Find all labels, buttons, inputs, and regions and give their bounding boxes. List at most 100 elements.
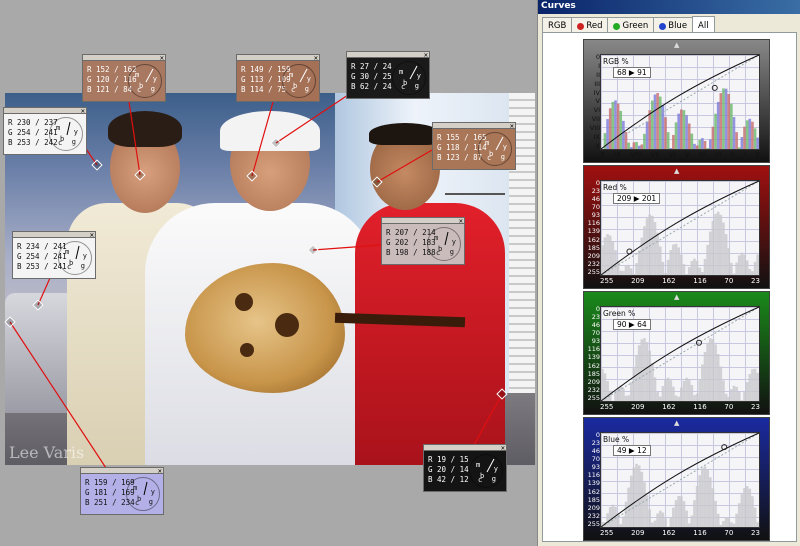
sample-titlebar[interactable] <box>80 467 164 474</box>
tab-rgb[interactable]: RGB <box>542 17 573 32</box>
histogram-bar <box>635 141 638 149</box>
sample-titlebar[interactable] <box>236 54 320 61</box>
histogram-bar <box>711 488 715 527</box>
close-icon[interactable]: ✕ <box>510 121 514 131</box>
histogram-bar <box>648 214 652 275</box>
color-sample-readout[interactable]: ✕ R 230 / 237 G 254 / 241 B 253 / 242 m y b c g <box>3 107 87 155</box>
histogram-bar <box>645 342 649 401</box>
app-root: Lee Varis ✕ R 152 / 162 G 120 / 116 B 121 /… <box>0 0 800 546</box>
sample-titlebar[interactable] <box>381 217 465 224</box>
close-icon[interactable]: ✕ <box>160 53 164 63</box>
histogram-bar <box>748 488 752 527</box>
color-sample-readout[interactable]: ✕ R 234 / 241 G 254 / 241 B 253 / 241 m y b c g <box>12 231 96 279</box>
sample-titlebar[interactable] <box>432 122 516 129</box>
tab-red[interactable]: Red <box>571 17 609 32</box>
histogram-bar <box>672 244 675 275</box>
tab-blue[interactable]: Blue <box>653 17 694 32</box>
x-tick-label: 70 <box>724 277 734 285</box>
histogram-bar <box>653 222 657 275</box>
close-icon[interactable]: ✕ <box>501 443 505 453</box>
histogram-bar <box>716 513 720 527</box>
histogram-bar <box>695 260 699 275</box>
color-sample-readout[interactable]: ✕ R 155 / 165 G 118 / 114 B 123 / 87 m y b c g <box>432 122 516 170</box>
tab-label: All <box>698 20 709 31</box>
histogram-bar <box>751 271 754 275</box>
sample-titlebar[interactable] <box>423 444 507 451</box>
histogram-bar <box>711 126 715 149</box>
dial-needle <box>66 121 71 136</box>
color-wheel-dial: mybcg <box>58 241 92 275</box>
color-sample-readout[interactable]: ✕ R 152 / 162 G 120 / 116 B 121 / 84 m y b c g <box>82 54 166 102</box>
histogram-bar <box>732 117 736 149</box>
sample-titlebar[interactable] <box>12 231 96 238</box>
green-curve-graph[interactable]: ▲ 0 23 46 70 93 116 139 162 185 209 232 255 Green % 90… <box>583 291 770 415</box>
histogram-bar <box>680 496 683 527</box>
dial-needle <box>486 458 495 473</box>
left-man-hair <box>108 111 182 147</box>
color-sample-readout[interactable]: ✕ R 159 / 169 G 181 / 169 B 251 / 234 m y b c g <box>80 467 164 515</box>
histogram-bar <box>703 140 707 149</box>
histogram-bar <box>622 271 625 275</box>
rgb-curve-graph[interactable]: ▲0IIIIIIIVVVIVIIVIIIIXXRGB %68 ▶ 91XIXVI… <box>583 39 770 163</box>
histogram-bar <box>622 120 625 149</box>
close-icon[interactable]: ✕ <box>314 53 318 63</box>
histogram-bar <box>616 513 620 527</box>
sample-titlebar[interactable] <box>3 107 87 114</box>
close-icon[interactable]: ✕ <box>90 230 94 240</box>
histogram-bar <box>695 486 699 527</box>
color-sample-readout[interactable]: ✕ R 207 / 214 G 202 / 183 B 198 / 188 m y b c g <box>381 217 465 265</box>
x-tick-label: 255 <box>600 277 614 285</box>
close-icon[interactable]: ✕ <box>459 216 463 226</box>
color-sample-readout[interactable]: ✕ R 149 / 159 G 113 / 109 B 114 / 75 m y b c g <box>236 54 320 102</box>
sample-titlebar[interactable] <box>82 54 166 61</box>
histogram-bar <box>711 338 715 401</box>
histogram-bar <box>708 477 712 527</box>
close-icon[interactable]: ✕ <box>424 50 428 60</box>
color-sample-readout[interactable]: ✕ R 27 / 24 G 30 / 25 B 62 / 24 m y b c g <box>346 51 430 99</box>
histogram-bar <box>624 265 628 275</box>
x-tick-label: 23 <box>751 277 760 285</box>
histogram-bar <box>682 501 686 527</box>
image-workspace[interactable]: Lee Varis ✕ R 152 / 162 G 120 / 116 B 121 /… <box>0 0 535 546</box>
center-man-ghutra <box>220 111 320 151</box>
histogram-bar <box>664 379 667 401</box>
close-icon[interactable]: ✕ <box>81 106 85 116</box>
histogram-bar <box>651 215 654 275</box>
histogram-bar <box>730 389 733 401</box>
histogram-bar <box>735 386 738 401</box>
histogram-bar <box>622 516 625 527</box>
green-dot-icon <box>613 22 621 30</box>
tab-all[interactable]: All <box>692 16 715 32</box>
histogram-bar <box>751 369 754 401</box>
x-tick-label: 116 <box>693 277 707 285</box>
histogram-bar <box>685 115 688 149</box>
histogram-bar <box>751 496 754 527</box>
histogram-bar <box>627 142 630 149</box>
histogram-bar <box>677 495 680 527</box>
tab-green[interactable]: Green <box>607 17 655 32</box>
oud-soundhole <box>235 293 253 311</box>
close-icon[interactable]: ✕ <box>158 466 162 476</box>
histogram-bar <box>661 512 665 527</box>
histogram-bar <box>719 524 723 527</box>
histogram-bar <box>637 465 641 527</box>
curve-svg <box>600 180 760 276</box>
histogram-bar <box>677 113 680 149</box>
x-axis-labels: X IX VIII VII VI V IV III II I 0 <box>600 151 760 159</box>
x-axis-labels: 255 209 162 116 70 23 <box>600 403 760 411</box>
x-tick-label: 209 <box>631 277 645 285</box>
color-wheel-dial: mybcg <box>128 64 162 98</box>
histogram-bar <box>614 392 617 401</box>
histogram-bar <box>601 245 604 275</box>
sample-titlebar[interactable] <box>346 51 430 58</box>
x-tick-label: 116 <box>693 403 707 411</box>
histogram-bar <box>737 503 741 527</box>
red-curve-graph[interactable]: ▲ 0 23 46 70 93 116 139 162 185 209 232 255 Red % 209 … <box>583 165 770 289</box>
blue-curve-graph[interactable]: ▲ 0 23 46 70 93 116 139 162 185 209 232 255 Blue % 49 … <box>583 417 770 541</box>
color-sample-readout[interactable]: ✕ R 19 / 15 G 20 / 14 B 42 / 12 m y b c g <box>423 444 507 492</box>
curve-control-point <box>711 84 718 91</box>
histogram-bar <box>622 388 625 401</box>
histogram-bar <box>635 263 638 275</box>
histogram-bar <box>682 380 686 401</box>
x-tick-label: 23 <box>751 403 760 411</box>
